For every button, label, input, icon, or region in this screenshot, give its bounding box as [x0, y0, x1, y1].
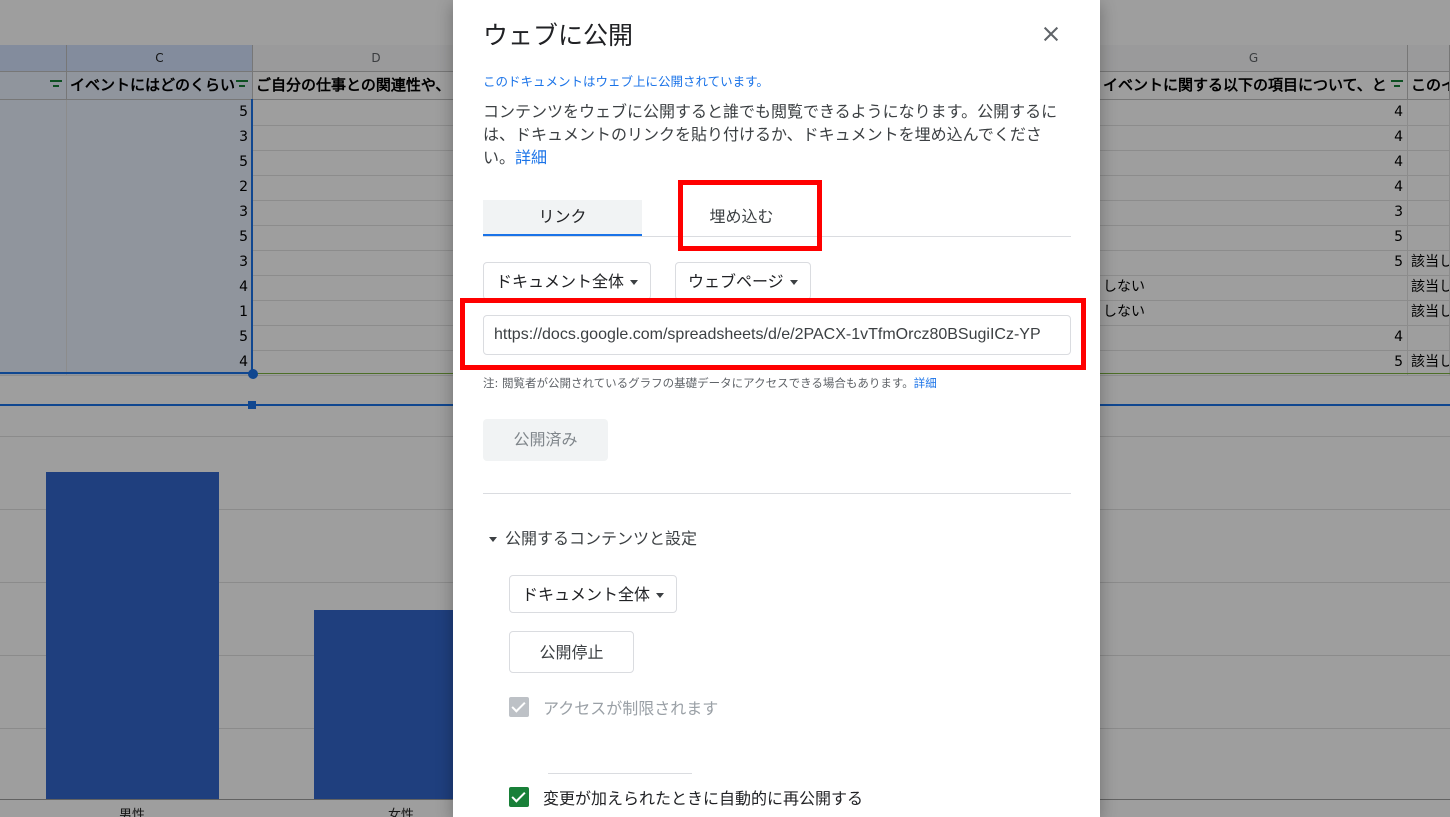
chevron-down-icon: [630, 280, 639, 285]
note-learn-more-link[interactable]: 詳細: [914, 376, 937, 390]
restrict-access-checkbox: [509, 697, 529, 717]
note-text: 注: 閲覧者が公開されているグラフの基礎データにアクセスできる場合もあります。: [483, 376, 914, 390]
dropdown-label: ドキュメント全体: [522, 585, 651, 604]
chevron-down-icon: [789, 280, 798, 285]
content-scope-dropdown[interactable]: ドキュメント全体: [509, 575, 678, 613]
chevron-down-icon: [656, 593, 665, 598]
dialog-description: コンテンツをウェブに公開すると誰でも閲覧できるようになります。公開するには、ドキ…: [483, 100, 1073, 169]
restrict-access-label: アクセスが制限されます: [543, 699, 719, 718]
dropdown-label: ドキュメント全体: [496, 272, 625, 291]
published-button: 公開済み: [483, 419, 608, 461]
restrict-access-row: アクセスが制限されます: [509, 695, 718, 719]
tab-link[interactable]: リンク: [483, 200, 642, 236]
triangle-down-icon: [489, 537, 497, 542]
stop-publishing-button[interactable]: 公開停止: [509, 631, 634, 673]
dropdown-label: ウェブページ: [688, 272, 784, 291]
option-divider: [548, 773, 692, 774]
description-text: コンテンツをウェブに公開すると誰でも閲覧できるようになります。公開するには、ドキ…: [483, 102, 1058, 167]
publish-status: このドキュメントはウェブ上に公開されています。: [483, 74, 769, 89]
publish-tabs: リンク 埋め込む: [483, 200, 1071, 237]
section-title: 公開するコンテンツと設定: [505, 529, 698, 548]
auto-republish-checkbox[interactable]: [509, 787, 529, 807]
auto-republish-row: 変更が加えられたときに自動的に再公開する: [509, 785, 863, 809]
data-access-note: 注: 閲覧者が公開されているグラフの基礎データにアクセスできる場合もあります。詳…: [483, 375, 937, 391]
section-divider: [483, 493, 1071, 494]
published-url-input[interactable]: [483, 315, 1071, 355]
tab-embed[interactable]: 埋め込む: [679, 200, 804, 234]
publish-to-web-dialog: ウェブに公開 このドキュメントはウェブ上に公開されています。 コンテンツをウェブ…: [453, 0, 1100, 817]
content-settings-toggle[interactable]: 公開するコンテンツと設定: [489, 525, 697, 549]
dialog-title: ウェブに公開: [483, 21, 634, 50]
close-icon[interactable]: [1037, 20, 1065, 48]
learn-more-link[interactable]: 詳細: [515, 148, 547, 167]
document-scope-dropdown[interactable]: ドキュメント全体: [483, 262, 652, 300]
format-dropdown[interactable]: ウェブページ: [675, 262, 811, 300]
auto-republish-label: 変更が加えられたときに自動的に再公開する: [543, 789, 864, 808]
